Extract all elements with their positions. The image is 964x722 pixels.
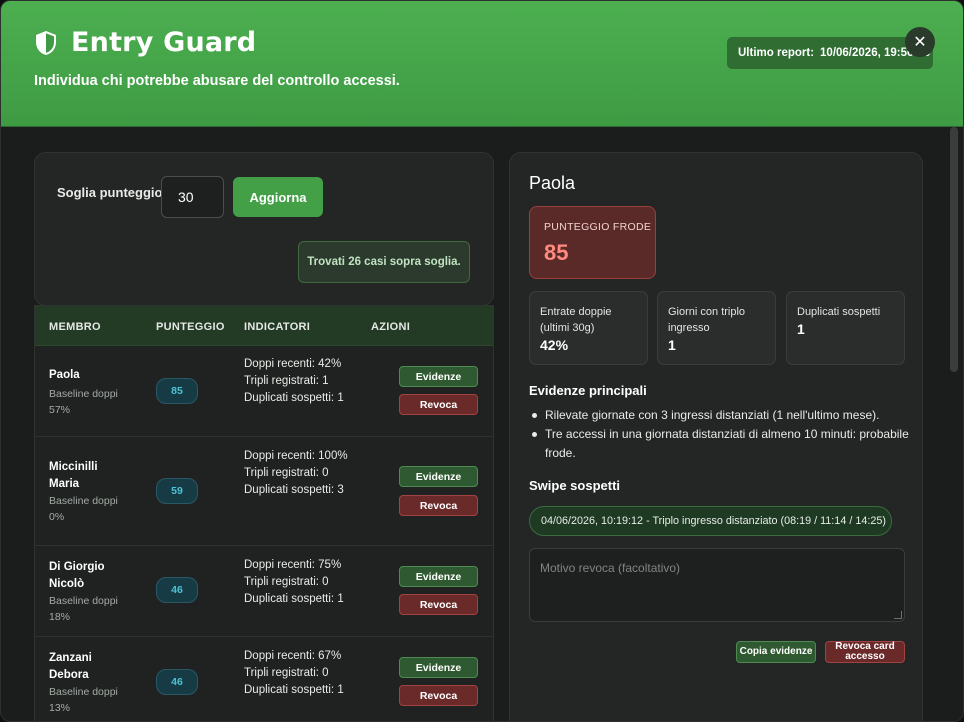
evidence-list: Rilevate giornate con 3 ingressi distanz… bbox=[529, 406, 909, 463]
column-header-indicators: INDICATORI bbox=[244, 321, 311, 333]
fraud-score-label: PUNTEGGIO FRODE bbox=[544, 221, 652, 233]
column-header-score: PUNTEGGIO bbox=[156, 321, 225, 333]
table-row[interactable]: Zanzani Debora Baseline doppi 13% 46 Dop… bbox=[35, 637, 493, 721]
member-indicators: Doppi recenti: 42% Tripli registrati: 1 … bbox=[244, 358, 344, 405]
list-item: Rilevate giornate con 3 ingressi distanz… bbox=[529, 406, 909, 425]
member-baseline: Baseline doppi 13% bbox=[49, 686, 118, 714]
member-name: Di Giorgio Nicolò bbox=[49, 561, 105, 590]
score-badge: 46 bbox=[156, 577, 198, 603]
revoke-card-button[interactable]: Revoca card accesso bbox=[825, 641, 905, 663]
resize-handle-icon[interactable] bbox=[894, 611, 902, 619]
stat-card-suspect-duplicates: Duplicati sospetti 1 bbox=[786, 291, 905, 365]
evidence-section-title: Evidenze principali bbox=[529, 383, 647, 398]
stat-value: 1 bbox=[668, 337, 676, 353]
found-cases-notice: Trovati 26 casi sopra soglia. bbox=[298, 241, 470, 283]
evidence-button[interactable]: Evidenze bbox=[399, 366, 478, 387]
stat-card-double-entries: Entrate doppie (ultimi 30g) 42% bbox=[529, 291, 648, 365]
copy-evidence-button[interactable]: Copia evidenze bbox=[736, 641, 816, 663]
score-badge: 59 bbox=[156, 478, 198, 504]
entry-guard-window: Entry Guard Individua chi potrebbe abusa… bbox=[0, 0, 964, 722]
app-title: Entry Guard bbox=[71, 27, 257, 58]
stat-label: Giorni con triplo ingresso bbox=[668, 306, 746, 334]
suspect-swipe-pill[interactable]: 04/06/2026, 10:19:12 - Triplo ingresso d… bbox=[529, 506, 892, 536]
member-baseline: Baseline doppi 18% bbox=[49, 595, 118, 623]
update-button[interactable]: Aggiorna bbox=[233, 177, 323, 217]
member-name: Miccinilli Maria bbox=[49, 461, 98, 490]
member-name: Paola bbox=[49, 369, 80, 381]
evidence-button[interactable]: Evidenze bbox=[399, 657, 478, 678]
threshold-input[interactable]: 30 bbox=[161, 176, 224, 218]
vertical-scrollbar[interactable] bbox=[949, 127, 959, 721]
swipe-section-title: Swipe sospetti bbox=[529, 478, 621, 493]
column-header-member: MEMBRO bbox=[49, 321, 101, 333]
stat-value: 1 bbox=[797, 321, 805, 337]
list-item: Tre accessi in una giornata distanziati … bbox=[529, 425, 909, 463]
scrollbar-thumb[interactable] bbox=[950, 127, 958, 372]
member-baseline: Baseline doppi 57% bbox=[49, 388, 118, 416]
app-subtitle: Individua chi potrebbe abusare del contr… bbox=[34, 73, 400, 89]
detail-panel: Paola PUNTEGGIO FRODE 85 Entrate doppie … bbox=[509, 152, 923, 721]
fraud-score-value: 85 bbox=[544, 240, 569, 265]
fraud-score-card: PUNTEGGIO FRODE 85 bbox=[529, 206, 656, 279]
close-icon: ✕ bbox=[913, 34, 927, 51]
revoke-button[interactable]: Revoca bbox=[399, 594, 478, 615]
stat-label: Entrate doppie (ultimi 30g) bbox=[540, 306, 612, 334]
score-badge: 85 bbox=[156, 378, 198, 404]
score-badge: 46 bbox=[156, 669, 198, 695]
header: Entry Guard Individua chi potrebbe abusa… bbox=[1, 1, 963, 127]
table-row[interactable]: Paola Baseline doppi 57% 85 Doppi recent… bbox=[35, 346, 493, 437]
shield-check-icon bbox=[36, 30, 56, 55]
revoke-reason-placeholder: Motivo revoca (facoltativo) bbox=[540, 561, 681, 575]
last-report-badge: Ultimo report: 10/06/2026, 19:56:58 bbox=[727, 37, 933, 69]
revoke-button[interactable]: Revoca bbox=[399, 394, 478, 415]
title-row: Entry Guard bbox=[35, 27, 256, 58]
close-button[interactable]: ✕ bbox=[905, 27, 935, 57]
member-indicators: Doppi recenti: 100% Tripli registrati: 0… bbox=[244, 450, 348, 497]
member-baseline: Baseline doppi 0% bbox=[49, 495, 118, 523]
member-name: Zanzani Debora bbox=[49, 652, 92, 681]
member-indicators: Doppi recenti: 67% Tripli registrati: 0 … bbox=[244, 650, 344, 697]
column-header-actions: AZIONI bbox=[371, 321, 411, 333]
table-row[interactable]: Miccinilli Maria Baseline doppi 0% 59 Do… bbox=[35, 437, 493, 546]
member-indicators: Doppi recenti: 75% Tripli registrati: 0 … bbox=[244, 559, 344, 606]
stat-label: Duplicati sospetti bbox=[797, 306, 881, 318]
members-table: MEMBRO PUNTEGGIO INDICATORI AZIONI Paola… bbox=[34, 305, 494, 721]
revoke-reason-textarea[interactable]: Motivo revoca (facoltativo) bbox=[529, 548, 905, 622]
last-report-label: Ultimo report: bbox=[738, 47, 815, 59]
evidence-button[interactable]: Evidenze bbox=[399, 566, 478, 587]
table-row[interactable]: Di Giorgio Nicolò Baseline doppi 18% 46 … bbox=[35, 546, 493, 637]
evidence-button[interactable]: Evidenze bbox=[399, 466, 478, 487]
stat-card-triple-days: Giorni con triplo ingresso 1 bbox=[657, 291, 776, 365]
table-header: MEMBRO PUNTEGGIO INDICATORI AZIONI bbox=[35, 306, 493, 346]
detail-member-name: Paola bbox=[529, 173, 576, 193]
filter-panel: Soglia punteggio 30 Aggiorna Trovati 26 … bbox=[34, 152, 494, 306]
main-content: Soglia punteggio 30 Aggiorna Trovati 26 … bbox=[9, 127, 947, 721]
revoke-button[interactable]: Revoca bbox=[399, 495, 478, 516]
revoke-button[interactable]: Revoca bbox=[399, 685, 478, 706]
threshold-label: Soglia punteggio bbox=[57, 185, 163, 200]
stat-value: 42% bbox=[540, 337, 569, 353]
